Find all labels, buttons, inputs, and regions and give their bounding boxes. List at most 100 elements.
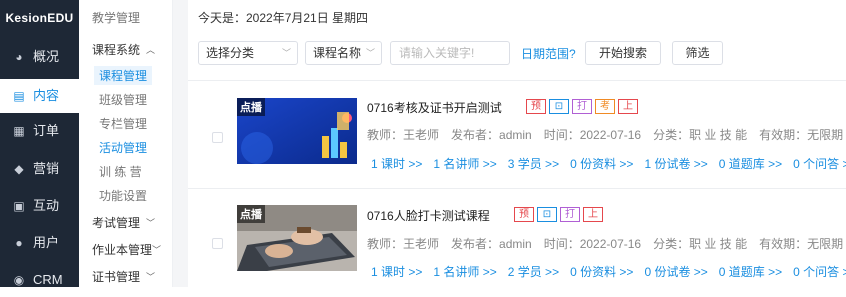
rail-item-label: 互动 [33, 198, 60, 213]
rail-item-label: 概况 [33, 49, 60, 64]
chevron-down-icon: ﹀ [146, 272, 156, 282]
course-row: 点播 0716考核及证书开启测试 预 ⊡ 打考上 教师：王老师 发布者：admin 时间… [188, 80, 846, 180]
rail-item-3[interactable]: ◆ 营销 [0, 152, 79, 186]
menu-group-exam[interactable]: 考试管理 ﹀ [92, 214, 155, 231]
course-stat-link[interactable]: 1 名讲师 >> [433, 155, 496, 172]
menu-item-activity-management[interactable]: 活动管理 [99, 139, 147, 156]
course-stat-link[interactable]: 0 个问答 >> [793, 155, 846, 172]
brand-logo: KesionEDU [5, 11, 74, 25]
menu-item-training-camp[interactable]: 训 练 营 [99, 163, 142, 180]
course-thumbnail[interactable]: 点播 [237, 205, 357, 271]
course-badges: 预 ⊡ 打考上 [526, 99, 638, 114]
user-icon: ● [15, 236, 23, 250]
course-badge[interactable]: 打 [560, 207, 580, 222]
course-teacher: 教师：王老师 [367, 128, 440, 142]
menu-teaching-management[interactable]: 教学管理 [92, 9, 140, 26]
course-stat-link[interactable]: 3 学员 >> [508, 155, 559, 172]
course-badge[interactable]: ⊡ [549, 99, 569, 114]
start-search-button[interactable]: 开始搜索 [585, 41, 661, 65]
chevron-down-icon: ﹀ [152, 245, 162, 255]
rail-item-6[interactable]: ◉ CRM [0, 263, 79, 297]
vod-tag: 点播 [237, 98, 265, 116]
course-time: 时间：2022-07-16 [543, 237, 642, 251]
menu-group-course-system[interactable]: 课程系统 ︿ [92, 41, 155, 58]
menu-group-homework[interactable]: 作业本管理 ﹀ [92, 241, 161, 258]
rail-item-label: 营销 [33, 161, 60, 176]
course-stat-link[interactable]: 1 名讲师 >> [433, 263, 496, 280]
content-panel: 今天是：2022年7月21日 星期四 选择分类 ﹀ 课程名称 ﹀ 日期范围? 开… [188, 0, 846, 287]
course-badge[interactable]: 预 [514, 207, 534, 222]
menu-group-label: 考试管理 [92, 216, 141, 230]
rail-item-label: 用户 [33, 235, 60, 250]
course-meta: 教师：王老师 发布者：admin 时间：2022-07-16 分类：职 业 技 能有效… [367, 126, 846, 143]
course-badge[interactable]: ⊡ [537, 207, 557, 222]
course-publisher: 发布者：admin [451, 128, 532, 142]
course-stat-link[interactable]: 2 学员 >> [508, 263, 559, 280]
menu-item-course-management[interactable]: 课程管理 [94, 66, 153, 85]
course-stat-link[interactable]: 0 份资料 >> [570, 263, 633, 280]
course-badge[interactable]: 上 [618, 99, 638, 114]
course-title[interactable]: 0716考核及证书开启测试 [367, 99, 502, 116]
date-range-link[interactable]: 日期范围? [521, 45, 576, 62]
course-thumbnail[interactable]: 点播 [237, 98, 357, 164]
course-badges: 预 ⊡ 打上 [514, 207, 603, 222]
rail-item-2[interactable]: ▦ 订单 [0, 114, 79, 148]
chevron-down-icon: ﹀ [281, 48, 291, 58]
vod-tag: 点播 [237, 205, 265, 223]
filter-button[interactable]: 筛选 [672, 41, 723, 65]
today-date: 今天是：2022年7月21日 星期四 [198, 11, 369, 25]
course-name-select-value: 课程名称 [313, 46, 362, 60]
menu-item-function-settings[interactable]: 功能设置 [99, 187, 147, 204]
menu-group-label: 证书管理 [92, 270, 141, 284]
rail-item-1[interactable]: ▤ 内容 [0, 79, 79, 113]
keyword-input[interactable] [390, 41, 510, 65]
gauge-icon: ◕ [15, 50, 23, 64]
course-stat-link[interactable]: 1 课时 >> [371, 263, 422, 280]
course-category: 分类：职 业 技 能 [653, 237, 748, 251]
course-publisher: 发布者：admin [451, 237, 532, 251]
secondary-menu: 教学管理 课程系统 ︿ 课程管理 班级管理 专栏管理 活动管理 训 练 营 功能… [79, 0, 173, 287]
chevron-up-icon: ︿ [146, 45, 156, 55]
order-icon: ▦ [13, 124, 25, 138]
rail-item-0[interactable]: ◕ 概况 [0, 40, 79, 74]
course-category: 分类：职 业 技 能 [653, 128, 748, 142]
category-select-value: 选择分类 [206, 46, 255, 60]
rail-item-label: 内容 [33, 88, 60, 103]
menu-group-certificate[interactable]: 证书管理 ﹀ [92, 268, 155, 285]
rail-item-5[interactable]: ● 用户 [0, 226, 79, 260]
chevron-down-icon: ﹀ [146, 218, 156, 228]
course-name-select[interactable]: 课程名称 ﹀ [305, 41, 382, 65]
crm-icon: ◉ [13, 273, 25, 287]
course-stat-link[interactable]: 1 课时 >> [371, 155, 422, 172]
course-badge[interactable]: 考 [595, 99, 615, 114]
rail-item-label: 订单 [33, 123, 60, 138]
row-checkbox[interactable] [212, 132, 223, 143]
course-stat-link[interactable]: 0 道题库 >> [719, 263, 782, 280]
main-sidebar: KesionEDU ◕ 概况 ▤ 内容 ▦ 订单 ◆ 营销 ▣ 互动 ● 用户 ◉ CRM [0, 0, 79, 287]
course-stat-link[interactable]: 0 份试卷 >> [644, 263, 707, 280]
chevron-down-icon: ﹀ [365, 48, 375, 58]
course-title[interactable]: 0716人脸打卡测试课程 [367, 207, 490, 224]
chat-icon: ▣ [13, 199, 25, 213]
category-select[interactable]: 选择分类 ﹀ [198, 41, 298, 65]
course-time: 时间：2022-07-16 [543, 128, 642, 142]
course-stat-link[interactable]: 0 道题库 >> [719, 155, 782, 172]
course-meta: 教师：王老师 发布者：admin 时间：2022-07-16 分类：职 业 技 能有效… [367, 235, 846, 252]
menu-item-column-management[interactable]: 专栏管理 [99, 115, 147, 132]
rail-item-4[interactable]: ▣ 互动 [0, 189, 79, 223]
menu-item-class-management[interactable]: 班级管理 [99, 91, 147, 108]
row-checkbox[interactable] [212, 238, 223, 249]
menu-group-label: 作业本管理 [92, 243, 153, 257]
course-badge[interactable]: 打 [572, 99, 592, 114]
course-stat-link[interactable]: 1 份试卷 >> [644, 155, 707, 172]
course-row: 点播 0716人脸打卡测试课程 预 ⊡ 打上 教师：王老师 发布者：admin 时间：2… [188, 188, 846, 288]
course-stat-link[interactable]: 0 份资料 >> [570, 155, 633, 172]
course-badge[interactable]: 预 [526, 99, 546, 114]
course-stat-link[interactable]: 0 个问答 >> [793, 263, 846, 280]
course-badge[interactable]: 上 [583, 207, 603, 222]
rail-item-label: CRM [33, 272, 63, 287]
course-teacher: 教师：王老师 [367, 237, 440, 251]
course-validity: 有效期：无限期 [759, 237, 844, 251]
course-stats: 1 课时 >> 1 名讲师 >> 2 学员 >> 0 份资料 >> 0 份试卷 >> 0 … [371, 263, 846, 280]
main-area: 今天是：2022年7月21日 星期四 选择分类 ﹀ 课程名称 ﹀ 日期范围? 开… [173, 0, 846, 287]
